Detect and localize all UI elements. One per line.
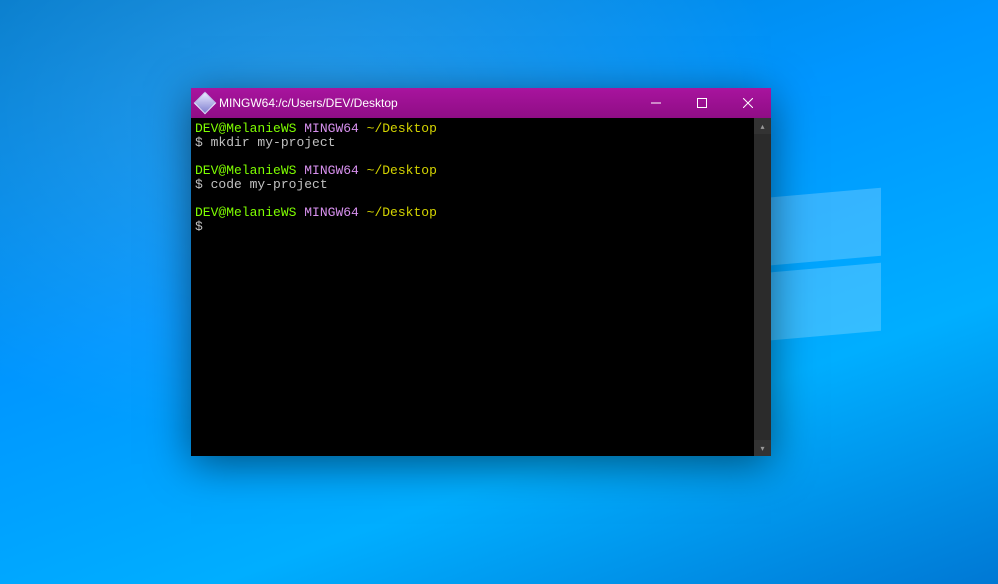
scroll-up-button[interactable]: ▴ bbox=[754, 118, 771, 134]
prompt-user: DEV@MelanieWS bbox=[195, 121, 296, 136]
git-bash-window: MINGW64:/c/Users/DEV/Desktop DEV@Melanie… bbox=[191, 88, 771, 456]
terminal-output[interactable]: DEV@MelanieWS MINGW64 ~/Desktop$ mkdir m… bbox=[191, 118, 754, 456]
prompt-env: MINGW64 bbox=[304, 121, 359, 136]
prompt-env: MINGW64 bbox=[304, 205, 359, 220]
maximize-button[interactable] bbox=[679, 88, 725, 118]
terminal-body: DEV@MelanieWS MINGW64 ~/Desktop$ mkdir m… bbox=[191, 118, 771, 456]
window-title: MINGW64:/c/Users/DEV/Desktop bbox=[219, 96, 633, 110]
command-text: mkdir my-project bbox=[211, 135, 336, 150]
git-bash-icon bbox=[194, 92, 217, 115]
prompt-line: DEV@MelanieWS MINGW64 ~/Desktop bbox=[195, 164, 750, 178]
command-line: $ bbox=[195, 220, 750, 234]
prompt-symbol: $ bbox=[195, 177, 203, 192]
prompt-line: DEV@MelanieWS MINGW64 ~/Desktop bbox=[195, 122, 750, 136]
prompt-path: ~/Desktop bbox=[367, 121, 437, 136]
minimize-icon bbox=[651, 98, 661, 108]
close-icon bbox=[743, 98, 753, 108]
prompt-symbol: $ bbox=[195, 219, 203, 234]
prompt-user: DEV@MelanieWS bbox=[195, 205, 296, 220]
command-line: $ mkdir my-project bbox=[195, 136, 750, 150]
prompt-line: DEV@MelanieWS MINGW64 ~/Desktop bbox=[195, 206, 750, 220]
scroll-down-button[interactable]: ▾ bbox=[754, 440, 771, 456]
minimize-button[interactable] bbox=[633, 88, 679, 118]
blank-line bbox=[195, 150, 750, 164]
prompt-user: DEV@MelanieWS bbox=[195, 163, 296, 178]
prompt-path: ~/Desktop bbox=[367, 205, 437, 220]
window-titlebar[interactable]: MINGW64:/c/Users/DEV/Desktop bbox=[191, 88, 771, 118]
command-line: $ code my-project bbox=[195, 178, 750, 192]
close-button[interactable] bbox=[725, 88, 771, 118]
maximize-icon bbox=[697, 98, 707, 108]
blank-line bbox=[195, 192, 750, 206]
prompt-symbol: $ bbox=[195, 135, 203, 150]
command-text: code my-project bbox=[211, 177, 328, 192]
window-controls bbox=[633, 88, 771, 118]
vertical-scrollbar[interactable]: ▴ ▾ bbox=[754, 118, 771, 456]
prompt-env: MINGW64 bbox=[304, 163, 359, 178]
prompt-path: ~/Desktop bbox=[367, 163, 437, 178]
